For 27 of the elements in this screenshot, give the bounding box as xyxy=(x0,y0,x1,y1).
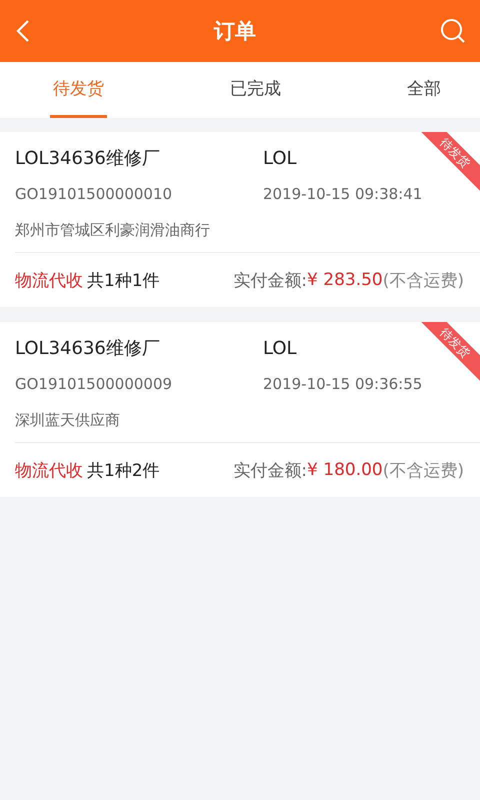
order-card[interactable]: LOL34636维修厂 LOL GO19101500000010 2019-10-15 09:38:41 郑州市管城区利豪润滑油商行 物流代收 共1种1件 实付金额:¥ 283.50(不含运费) 待发货 xyxy=(0,132,480,307)
payment-method: 物流代收 xyxy=(15,270,83,292)
amount-note: (不含运费) xyxy=(382,460,464,482)
tab[interactable]: 全部 xyxy=(404,62,444,118)
order-number: GO19101500000009 xyxy=(15,375,174,393)
supplier-name: 深圳蓝天供应商 xyxy=(15,410,120,430)
order-number: GO19101500000010 xyxy=(15,185,174,203)
supplier-name: 郑州市管城区利豪润滑油商行 xyxy=(15,220,210,240)
order-card[interactable]: LOL34636维修厂 LOL GO19101500000009 2019-10-15 09:36:55 深圳蓝天供应商 物流代收 共1种2件 实付金额:¥ 180.00(不含运费) 待发货 xyxy=(0,322,480,497)
amount-label: 实付金额: xyxy=(233,460,308,482)
amount-label: 实付金额: xyxy=(233,270,308,292)
buyer-name: LOL xyxy=(263,338,297,358)
tab[interactable]: 已完成 xyxy=(227,62,284,118)
order-time: 2019-10-15 09:36:55 xyxy=(263,375,422,393)
order-time: 2019-10-15 09:38:41 xyxy=(263,185,422,203)
amount-note: (不含运费) xyxy=(382,270,464,292)
amount-value: ¥ 180.00 xyxy=(307,460,383,480)
buyer-name: LOL xyxy=(263,148,297,168)
item-count: 共1种2件 xyxy=(87,460,160,482)
shop-name: LOL34636维修厂 xyxy=(15,337,161,360)
item-count: 共1种1件 xyxy=(87,270,160,292)
payment-method: 物流代收 xyxy=(15,460,83,482)
back-icon[interactable] xyxy=(16,19,30,43)
shop-name: LOL34636维修厂 xyxy=(15,147,161,170)
amount-value: ¥ 283.50 xyxy=(307,270,383,290)
page-title: 订单 xyxy=(214,18,256,45)
search-icon[interactable] xyxy=(440,18,466,44)
